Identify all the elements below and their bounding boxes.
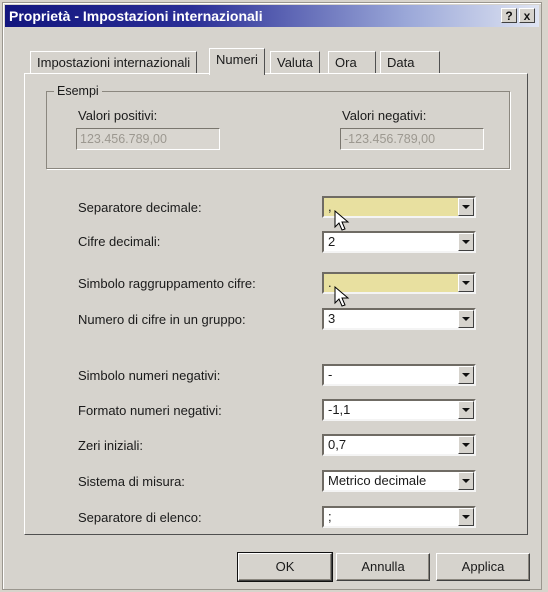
tab-data[interactable]: Data — [380, 51, 440, 74]
examples-group-label: Esempi — [54, 84, 102, 98]
tab-valuta[interactable]: Valuta — [270, 51, 320, 74]
grouping-symbol-value: . — [328, 275, 332, 290]
chevron-down-icon[interactable] — [458, 366, 474, 384]
negative-values-sample: -123.456.789,00 — [340, 128, 484, 150]
tab-ora[interactable]: Ora — [328, 51, 376, 74]
negative-format-value: -1,1 — [328, 402, 351, 417]
digits-in-group-value: 3 — [328, 311, 336, 326]
chevron-down-icon[interactable] — [458, 508, 474, 526]
tab-numeri[interactable]: Numeri — [209, 48, 265, 75]
negative-format-select[interactable]: -1,1 — [322, 399, 476, 421]
decimal-digits-value: 2 — [328, 234, 336, 249]
list-separator-select[interactable]: ; — [322, 506, 476, 528]
leading-zeros-select[interactable]: 0,7 — [322, 434, 476, 456]
chevron-down-icon[interactable] — [458, 401, 474, 419]
chevron-down-icon[interactable] — [458, 198, 474, 216]
chevron-down-icon[interactable] — [458, 274, 474, 292]
positive-values-label: Valori positivi: — [78, 108, 158, 123]
positive-values-sample: 123.456.789,00 — [76, 128, 220, 150]
tab-impostazioni-internazionali[interactable]: Impostazioni internazionali — [30, 51, 198, 74]
grouping-symbol-label: Simbolo raggruppamento cifre: — [78, 276, 256, 291]
mouse-pointer-icon — [334, 210, 350, 231]
negative-symbol-value: - — [328, 367, 333, 382]
negative-symbol-label: Simbolo numeri negativi: — [78, 368, 221, 383]
decimal-separator-label: Separatore decimale: — [78, 200, 202, 215]
help-button[interactable]: ? — [501, 8, 517, 23]
decimal-digits-label: Cifre decimali: — [78, 234, 161, 249]
chevron-down-icon[interactable] — [458, 310, 474, 328]
measurement-system-value: Metrico decimale — [328, 473, 427, 488]
digits-in-group-select[interactable]: 3 — [322, 308, 476, 330]
digits-in-group-label: Numero di cifre in un gruppo: — [78, 312, 246, 327]
ok-button[interactable]: OK — [237, 552, 333, 582]
decimal-separator-value: , — [328, 199, 332, 214]
leading-zeros-value: 0,7 — [328, 437, 347, 452]
list-separator-label: Separatore di elenco: — [78, 510, 202, 525]
decimal-digits-select[interactable]: 2 — [322, 231, 476, 253]
cancel-button[interactable]: Annulla — [336, 553, 430, 581]
chevron-down-icon[interactable] — [458, 233, 474, 251]
apply-button[interactable]: Applica — [436, 553, 530, 581]
list-separator-value: ; — [328, 509, 332, 524]
title-bar[interactable]: Proprietà - Impostazioni internazionali … — [5, 5, 539, 27]
negative-format-label: Formato numeri negativi: — [78, 403, 222, 418]
window-title: Proprietà - Impostazioni internazionali — [9, 8, 263, 24]
mouse-pointer-icon — [334, 286, 350, 307]
negative-symbol-select[interactable]: - — [322, 364, 476, 386]
measurement-system-select[interactable]: Metrico decimale — [322, 470, 476, 492]
chevron-down-icon[interactable] — [458, 472, 474, 490]
negative-values-label: Valori negativi: — [342, 108, 427, 123]
close-button[interactable]: x — [519, 8, 535, 23]
leading-zeros-label: Zeri iniziali: — [78, 438, 144, 453]
chevron-down-icon[interactable] — [458, 436, 474, 454]
measurement-system-label: Sistema di misura: — [78, 474, 185, 489]
